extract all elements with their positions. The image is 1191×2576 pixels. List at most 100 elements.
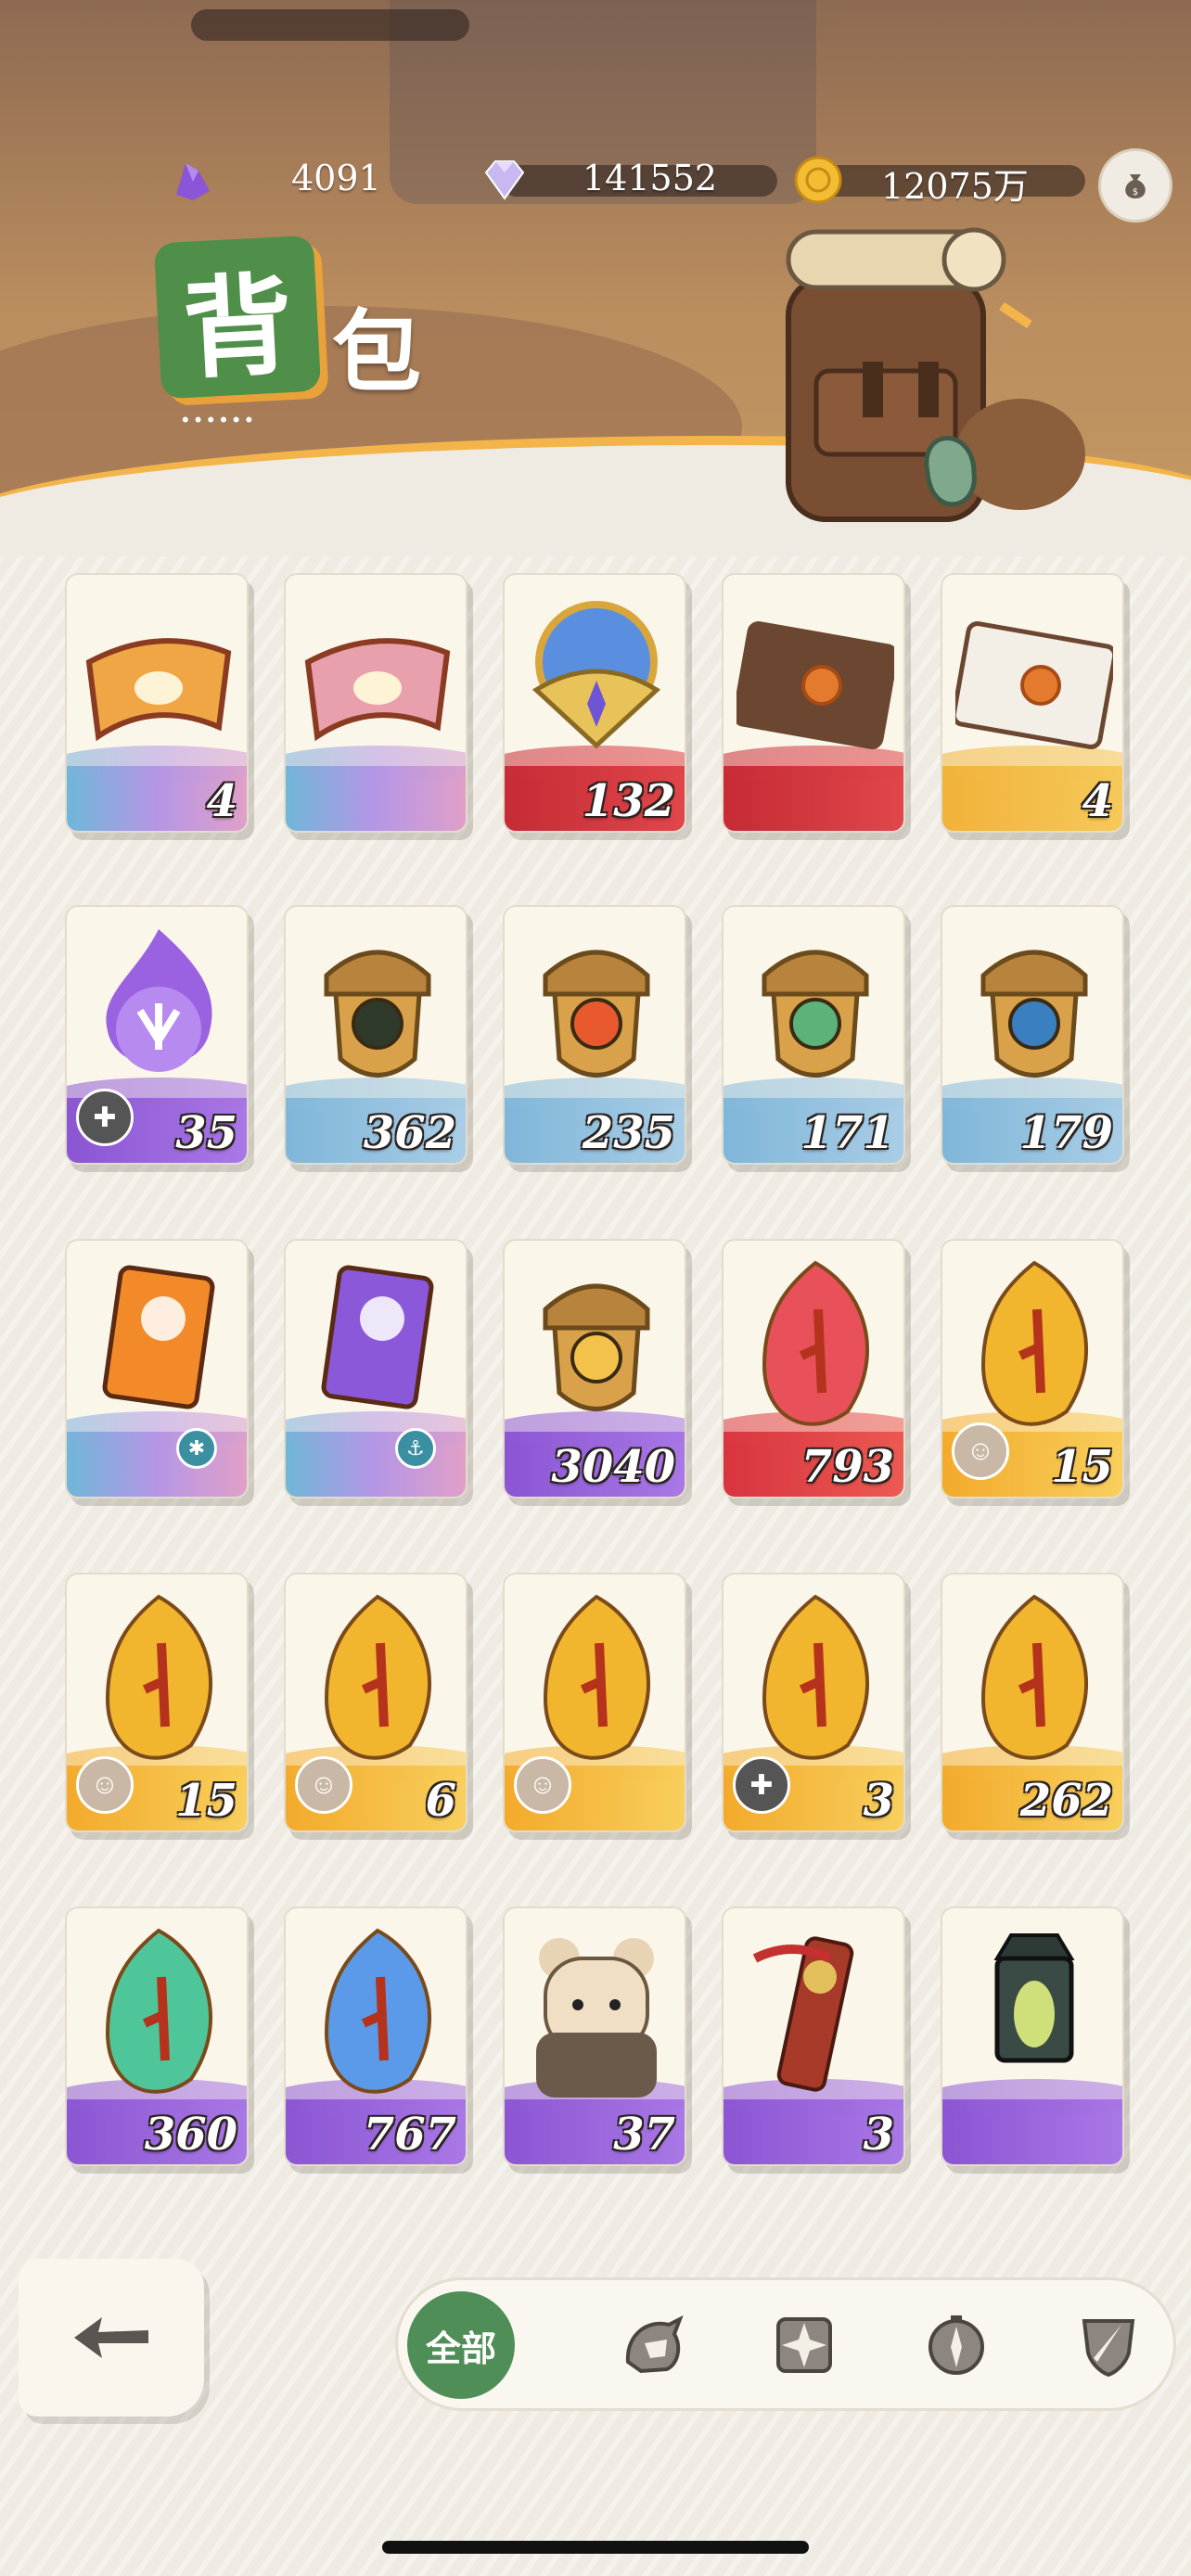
item-quantity: 362 [363, 1107, 456, 1159]
item-quantity: 793 [800, 1441, 894, 1493]
item-card[interactable]: 4 [65, 573, 249, 833]
item-card[interactable]: 171 [722, 905, 905, 1165]
back-button[interactable] [19, 2259, 204, 2417]
purple-ticket-scroll-icon [321, 1265, 434, 1409]
item-rarity-band [724, 746, 903, 831]
item-quantity: 262 [1019, 1775, 1113, 1827]
blue-seed-icon [324, 1928, 431, 2094]
item-card[interactable]: ☺ 15 [941, 1239, 1124, 1498]
gold-coin-icon [794, 156, 842, 204]
gold-seed-icon [980, 1594, 1088, 1760]
shield-sword-icon [1082, 2319, 1135, 2378]
item-quantity: 15 [175, 1775, 237, 1827]
item-card[interactable]: 793 [722, 1239, 905, 1498]
filter-bar: 全部 [395, 2277, 1176, 2411]
item-card[interactable]: ☺ 15 [65, 1573, 249, 1832]
item-quantity: 3040 [551, 1441, 675, 1493]
item-quantity: 6 [425, 1775, 456, 1827]
item-rarity-band [286, 746, 466, 831]
acorn-eye-icon [324, 950, 431, 1078]
diamond-icon [484, 160, 525, 200]
item-quantity: 4 [1082, 775, 1113, 827]
home-indicator [382, 2541, 809, 2554]
money-bag-button[interactable]: $ [1098, 148, 1172, 223]
item-card[interactable]: ☺ 6 [284, 1573, 467, 1832]
gold-seed-icon [105, 1594, 212, 1760]
filter-tab-shuriken[interactable] [750, 2291, 858, 2399]
purple-crystal-icon [176, 163, 210, 200]
item-card[interactable]: ☺ [503, 1573, 686, 1832]
item-card[interactable] [722, 573, 905, 833]
acorn-leaf-icon [762, 950, 869, 1078]
lantern-icon [993, 1933, 1075, 2063]
item-quantity: 37 [613, 2109, 675, 2161]
item-card[interactable]: 235 [503, 905, 686, 1165]
item-card[interactable]: 262 [941, 1573, 1124, 1832]
item-quantity: 179 [1019, 1107, 1113, 1159]
puzzle-icon: ✚ [76, 1089, 134, 1146]
currency-diamond-value: 141552 [583, 158, 718, 198]
item-card[interactable]: ✚ 35 [65, 905, 249, 1165]
item-quantity: 35 [175, 1107, 237, 1159]
item-card[interactable]: 360 [65, 1906, 249, 2166]
item-card[interactable]: 37 [503, 1906, 686, 2166]
item-card[interactable]: ⚓ [284, 1239, 467, 1498]
item-rarity-band [67, 1411, 247, 1497]
currency-pill-crystal [191, 9, 469, 41]
currency-gold-value: 12075万 [881, 166, 1029, 207]
anchor-icon: ⚓ [395, 1428, 436, 1469]
crystal-orb-icon [531, 601, 661, 749]
svg-text:$: $ [1133, 187, 1138, 198]
ticket-orange-icon [85, 638, 232, 742]
bear-plush-icon [536, 1938, 657, 2098]
item-card[interactable] [941, 1906, 1124, 2166]
purple-flame-orb-icon [106, 929, 212, 1072]
item-card[interactable]: 179 [941, 905, 1124, 1165]
item-card[interactable]: 362 [284, 905, 467, 1165]
item-card[interactable]: 3040 [503, 1239, 686, 1498]
back-arrow-icon [74, 2317, 148, 2358]
snowflake-icon: ✱ [176, 1428, 217, 1469]
compass-icon [928, 2315, 984, 2375]
red-seed-icon [762, 1260, 869, 1426]
item-card[interactable]: ✱ [65, 1239, 249, 1498]
gold-seed-icon [980, 1260, 1088, 1426]
gold-seed-icon [543, 1594, 650, 1760]
item-card[interactable]: 4 [941, 573, 1124, 833]
shuriken-icon [776, 2317, 832, 2373]
item-rarity-band [286, 1411, 466, 1497]
item-card[interactable]: ✚ 3 [722, 1573, 905, 1832]
gold-seed-icon [762, 1594, 869, 1760]
avatar-icon: ☺ [952, 1422, 1009, 1480]
item-quantity: 132 [582, 775, 675, 827]
filter-tab-shield[interactable] [1055, 2291, 1162, 2399]
page-title-dots: •••••• [182, 408, 259, 431]
filter-tab-compass[interactable] [903, 2291, 1010, 2399]
item-quantity: 235 [582, 1107, 675, 1159]
item-quantity: 15 [1051, 1441, 1113, 1493]
backpack-illustration [786, 227, 1085, 522]
item-quantity: 360 [144, 2109, 237, 2161]
filter-tab-helmet[interactable] [598, 2291, 706, 2399]
page-title-main-char: 背 [153, 235, 322, 400]
item-card[interactable]: 3 [722, 1906, 905, 2166]
envelope-white-icon [955, 621, 1113, 749]
green-seed-icon [105, 1928, 212, 2094]
acorn-diamond-icon [543, 1283, 650, 1411]
page-title-rest: 包 [332, 300, 421, 404]
item-quantity: 3 [863, 1775, 894, 1827]
avatar-icon: ☺ [76, 1756, 134, 1814]
orange-ticket-scroll-icon [102, 1265, 215, 1409]
item-quantity: 767 [363, 2109, 456, 2161]
ticket-pink-icon [304, 638, 451, 742]
helmet-icon [625, 2315, 684, 2374]
filter-tab-all[interactable]: 全部 [407, 2291, 515, 2399]
envelope-dark-icon [736, 621, 894, 749]
item-card[interactable]: 132 [503, 573, 686, 833]
currency-crystal-value: 4091 [291, 158, 381, 198]
item-rarity-band [942, 2079, 1122, 2164]
item-card[interactable]: 767 [284, 1906, 467, 2166]
item-card[interactable] [284, 573, 467, 833]
red-sash-totem-icon [752, 1936, 854, 2092]
money-bag-icon: $ [1125, 174, 1146, 198]
